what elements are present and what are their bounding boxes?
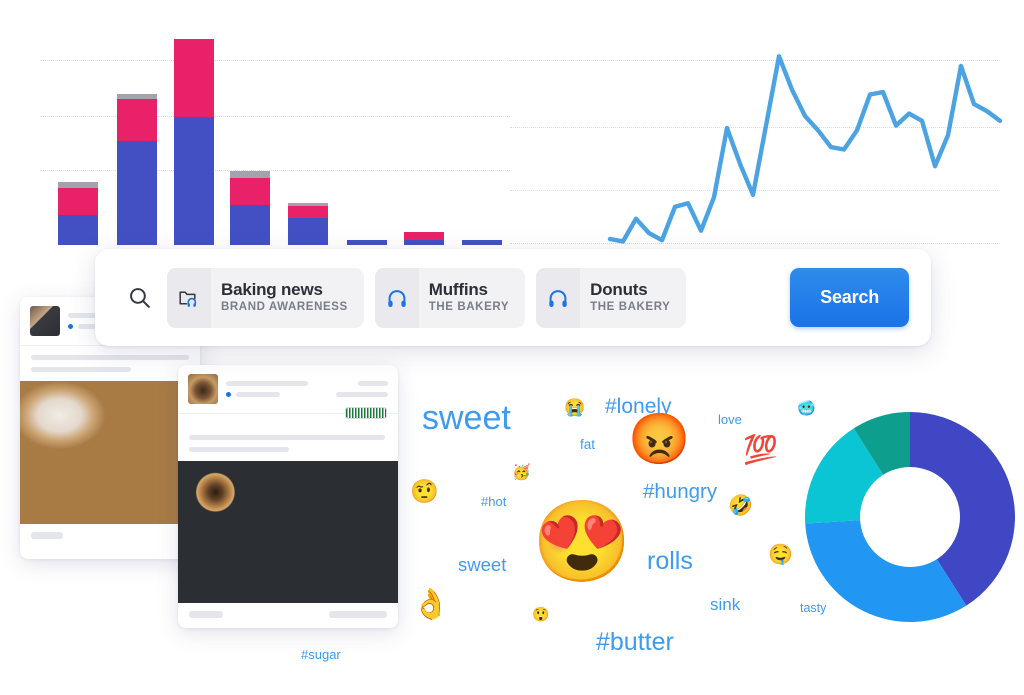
word-cloud-term[interactable]: sweet (422, 399, 511, 438)
status-dot (226, 392, 231, 397)
search-chip-text: Muffins THE BAKERY (419, 280, 525, 315)
search-chip-baking-news[interactable]: Baking news BRAND AWARENESS (167, 267, 364, 328)
search-button[interactable]: Search (790, 268, 909, 327)
bar-segment-pink (117, 99, 157, 141)
bar-column[interactable] (347, 240, 387, 245)
search-chip-title: Muffins (428, 280, 488, 299)
bar-segment-pink (230, 178, 270, 205)
bar-column[interactable] (117, 94, 157, 245)
bar-segment-blue (347, 240, 387, 245)
status-dot (68, 324, 73, 329)
bar-gridline (40, 60, 510, 62)
card-pagination-dots[interactable] (20, 547, 200, 559)
avatar (188, 374, 218, 404)
bar-column[interactable] (230, 171, 270, 245)
line-chart-series (607, 54, 1003, 244)
social-post-card-cinnamon-rolls[interactable]: ··· (178, 365, 398, 628)
donut-chart-svg (805, 412, 1015, 622)
bar-segment-blue (462, 240, 502, 245)
cinnamon-rolls-photo (178, 461, 398, 603)
avatar (30, 306, 60, 336)
search-chip-title: Baking news (221, 280, 323, 299)
donut-chart (805, 412, 1015, 622)
word-cloud-term[interactable]: #hungry (643, 480, 717, 504)
smiling-face-with-heart-eyes-emoji: 😍 (532, 497, 632, 586)
bar-gridline (40, 170, 510, 172)
search-chip-donuts[interactable]: Donuts THE BAKERY (536, 267, 687, 328)
search-token-list: Baking news BRAND AWARENESS Muffins THE … (167, 267, 687, 328)
ok-hand-emoji: 👌 (412, 588, 450, 621)
word-cloud-term[interactable]: #hot (481, 494, 506, 509)
word-cloud-term[interactable]: sink (710, 595, 740, 615)
loudly-crying-face-emoji: 😭 (564, 398, 586, 417)
stacked-bar-chart (40, 30, 510, 245)
bar-segment-blue (230, 205, 270, 245)
partying-face-emoji: 🥳 (512, 464, 531, 481)
donuts-photo (20, 381, 200, 524)
word-cloud-term[interactable]: fat (580, 437, 595, 452)
search-chip-title: Donuts (590, 280, 648, 299)
card-header-placeholder-lines (226, 381, 328, 397)
bar-column[interactable] (58, 182, 98, 245)
card-footer (178, 603, 398, 626)
card-body-placeholder-lines (178, 407, 398, 461)
bar-segment-pink (404, 232, 444, 240)
word-cloud-term[interactable]: love (718, 412, 742, 427)
bar-segment-blue (174, 117, 214, 245)
card-pagination-dots[interactable]: ··· (178, 626, 398, 628)
card-body-placeholder-lines (20, 345, 200, 381)
hundred-points-emoji: 💯 (743, 434, 778, 465)
bar-column[interactable] (404, 232, 444, 245)
word-cloud-term[interactable]: sweet (458, 554, 506, 576)
sentiment-meter-icon (345, 407, 387, 419)
card-header-meta (336, 381, 388, 397)
word-label-sugar[interactable]: #sugar (301, 647, 341, 662)
rolling-on-the-floor-laughing-emoji: 🤣 (728, 495, 753, 517)
search-chip-text: Donuts THE BAKERY (580, 280, 686, 315)
line-chart (510, 30, 1003, 245)
search-chip-muffins[interactable]: Muffins THE BAKERY (374, 267, 526, 328)
word-label-tasty[interactable]: tasty (800, 601, 826, 615)
word-cloud: sweet #lonely love fat #hungry #hot rolls sweet… (400, 385, 820, 685)
bar-segment-blue (288, 218, 328, 245)
headphones-icon (374, 267, 419, 328)
search-chip-text: Baking news BRAND AWARENESS (211, 280, 364, 315)
bar-column[interactable] (174, 39, 214, 245)
folder-headphones-icon (167, 267, 211, 328)
bar-gridline (40, 116, 510, 118)
bar-segment-pink (288, 206, 328, 218)
bar-column[interactable] (462, 240, 502, 245)
search-chip-subtitle: BRAND AWARENESS (221, 301, 348, 313)
card-footer (20, 524, 200, 547)
bar-segment-blue (404, 240, 444, 245)
search-chip-subtitle: THE BAKERY (590, 301, 671, 313)
bar-segment-pink (58, 188, 98, 215)
dashboard-hero-illustration: ··· B (0, 0, 1024, 695)
word-cloud-term[interactable]: #butter (596, 628, 674, 657)
bar-segment-blue (117, 141, 157, 245)
angry-face-emoji: 😡 (628, 411, 691, 467)
card-header (178, 365, 398, 413)
headphones-icon (536, 267, 581, 328)
drooling-face-emoji: 🤤 (768, 544, 793, 566)
face-with-raised-eyebrow-emoji: 🤨 (410, 478, 439, 504)
astonished-face-emoji: 😲 (532, 606, 550, 622)
bar-segment-pink (174, 39, 214, 117)
search-icon[interactable] (117, 276, 161, 320)
bar-segment-blue (58, 215, 98, 245)
word-cloud-term[interactable]: rolls (647, 547, 693, 576)
bar-segment-gray (230, 171, 270, 178)
bar-column[interactable] (288, 203, 328, 245)
search-bar[interactable]: Baking news BRAND AWARENESS Muffins THE … (95, 249, 931, 346)
search-chip-subtitle: THE BAKERY (428, 301, 510, 313)
